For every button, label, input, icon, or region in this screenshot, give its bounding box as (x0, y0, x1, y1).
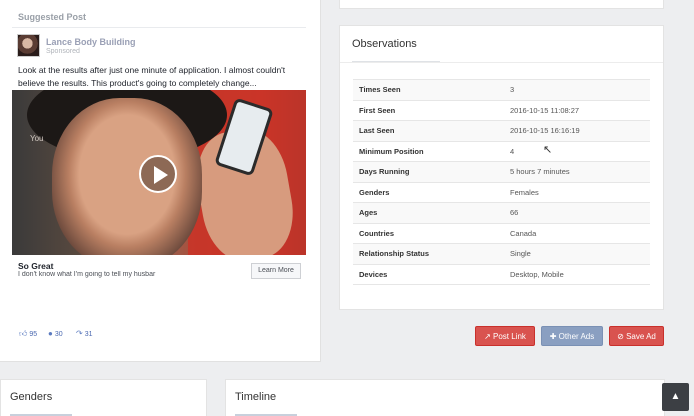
divider (340, 62, 663, 63)
ad-preview-panel: Suggested Post Lance Body Building Spons… (0, 0, 321, 362)
timeline-panel: Timeline (225, 379, 665, 416)
likes-count[interactable]: 👍︎ 95 (19, 329, 37, 339)
genders-title: Genders (10, 391, 53, 403)
table-row: Minimum Position 4 (353, 140, 650, 162)
row-key: First Seen (353, 99, 504, 121)
row-value: 5 hours 7 minutes (504, 161, 650, 182)
previous-panel-edge (339, 0, 664, 9)
table-row: Relationship Status Single (353, 243, 650, 264)
row-value: Single (504, 243, 650, 264)
row-value: 2016-10-15 11:08:27 (504, 99, 650, 121)
row-key: Relationship Status (353, 243, 504, 264)
link-title[interactable]: So Great (18, 261, 53, 271)
row-value: Females (504, 181, 650, 203)
observations-title: Observations (352, 38, 417, 50)
learn-more-button[interactable]: Learn More (251, 263, 301, 279)
comment-icon: ● (48, 329, 53, 338)
scroll-to-top-button[interactable]: ▲ (662, 383, 689, 411)
row-key: Ages (353, 202, 504, 223)
shares-count[interactable]: ↷ 31 (76, 329, 93, 338)
row-key: Days Running (353, 161, 504, 182)
play-icon[interactable] (139, 155, 177, 193)
table-row: First Seen 2016-10-15 11:08:27 (353, 99, 650, 121)
other-ads-button[interactable]: ✚ Other Ads (541, 326, 603, 346)
table-row: Countries Canada (353, 222, 650, 244)
plus-icon: ✚ (549, 332, 557, 341)
table-row: Devices Desktop, Mobile (353, 263, 650, 285)
row-value: Canada (504, 222, 650, 244)
post-link-label: Post Link (493, 332, 526, 341)
row-key: Times Seen (353, 79, 504, 100)
row-value: 4 (504, 140, 650, 162)
divider (12, 27, 306, 28)
row-key: Devices (353, 263, 504, 285)
row-value: 3 (504, 79, 650, 100)
row-value: Desktop, Mobile (504, 263, 650, 285)
thumbs-up-icon: 👍︎ (19, 329, 28, 338)
save-ad-label: Save Ad (626, 332, 656, 341)
row-value: 66 (504, 202, 650, 223)
genders-panel: Genders (0, 379, 207, 416)
post-link-button[interactable]: ↗ Post Link (475, 326, 535, 346)
save-ad-button[interactable]: ⊘ Save Ad (609, 326, 664, 346)
observations-panel: Observations Times Seen 3 First Seen 2016-… (339, 25, 664, 310)
shares-value: 31 (84, 331, 93, 338)
table-row: Last Seen 2016-10-15 16:16:19 (353, 120, 650, 141)
table-row: Days Running 5 hours 7 minutes (353, 161, 650, 182)
video-frame-shape (52, 98, 202, 255)
table-row: Ages 66 (353, 202, 650, 223)
share-icon: ↷ (76, 329, 83, 338)
chevron-up-icon: ▲ (670, 391, 681, 402)
row-key: Genders (353, 181, 504, 203)
row-key: Last Seen (353, 120, 504, 141)
sponsored-label: Sponsored (46, 48, 80, 55)
row-key: Minimum Position (353, 140, 504, 162)
external-link-icon: ↗ (484, 332, 491, 341)
row-value: 2016-10-15 16:16:19 (504, 120, 650, 141)
likes-value: 95 (29, 331, 38, 338)
mouse-cursor-icon: ↖ (543, 144, 553, 156)
post-text: Look at the results after just one minut… (18, 65, 286, 88)
table-row: Times Seen 3 (353, 79, 650, 100)
page-avatar[interactable] (17, 34, 40, 57)
video-overlay-text: You (30, 134, 44, 143)
table-row: Genders Females (353, 181, 650, 203)
page-name-link[interactable]: Lance Body Building (46, 37, 136, 47)
other-ads-label: Other Ads (558, 332, 595, 341)
save-icon: ⊘ (617, 332, 624, 341)
suggested-post-label: Suggested Post (18, 12, 87, 22)
comments-count[interactable]: ● 30 (48, 329, 63, 338)
comments-value: 30 (54, 331, 63, 338)
timeline-title: Timeline (235, 391, 277, 403)
row-key: Countries (353, 222, 504, 244)
link-description: I don't know what I'm going to tell my h… (18, 271, 156, 278)
observations-table: Times Seen 3 First Seen 2016-10-15 11:08:2… (353, 79, 650, 285)
